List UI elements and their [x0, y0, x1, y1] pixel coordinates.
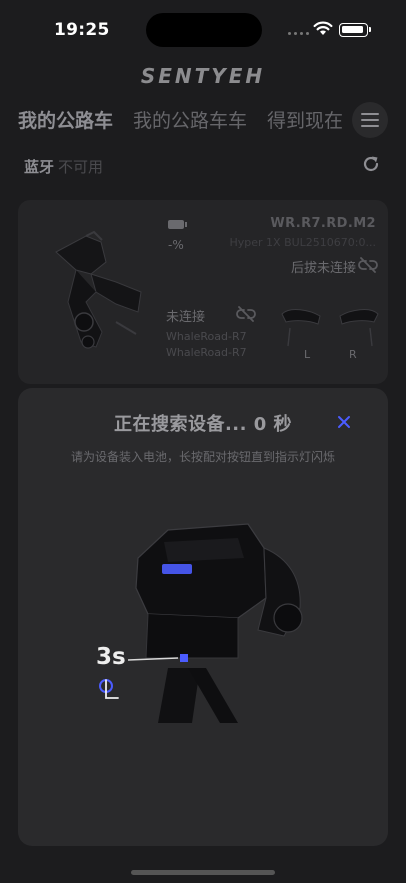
bluetooth-status: 蓝牙 不可用 [24, 156, 103, 177]
cellular-icon [288, 32, 309, 35]
battery-level-icon [168, 220, 187, 229]
right-shifter-icon [339, 309, 379, 347]
battery-icon [339, 23, 371, 37]
left-shifter-icon [281, 309, 321, 347]
close-icon[interactable] [334, 412, 354, 432]
right-shifter-label: R [349, 348, 357, 361]
hamburger-icon [361, 113, 379, 115]
refresh-icon[interactable] [361, 154, 381, 174]
brand-logo: SENTYEH [140, 64, 266, 88]
status-bar: 19:25 [0, 0, 406, 58]
left-shifter-label: L [304, 348, 311, 361]
pairing-hint: 请为设备装入电池，长按配对按钮直到指示灯闪烁 [70, 450, 335, 464]
unlink-icon [236, 306, 256, 322]
shifter-status: 未连接 [166, 310, 206, 325]
pairing-sheet: 正在搜索设备... 0 秒 请为设备装入电池，长按配对按钮直到指示灯闪烁 3s [18, 388, 388, 846]
device-serial: Hyper 1X BUL2510670:0... [229, 236, 377, 249]
wifi-icon [313, 21, 333, 35]
shifter-name-right: WhaleRoad-R7 [166, 346, 247, 359]
bluetooth-label: 蓝牙 [24, 158, 55, 176]
menu-button[interactable] [352, 102, 388, 138]
battery-percent: -% [168, 238, 184, 252]
bike-tabs: 我的公路车 我的公路车车 得到现在 [18, 106, 363, 133]
press-duration-label: 3s [96, 644, 126, 670]
tab-my-road-bike-2[interactable]: 我的公路车车 [133, 106, 247, 133]
unlink-icon [358, 257, 378, 273]
home-indicator[interactable] [131, 870, 275, 875]
rear-derailleur-status: 后拔未连接 [290, 261, 356, 276]
dynamic-island [146, 13, 262, 47]
pairing-title: 正在搜索设备... 0 秒 [113, 414, 293, 435]
derailleur-pairing-image [99, 523, 303, 723]
device-model: WR.R7.RD.M2 [270, 216, 376, 231]
rear-derailleur-image [55, 230, 142, 349]
status-time: 19:25 [54, 20, 110, 40]
app-screen: 19:25 SENTYEH 我的公路车 我的公路车车 得到现在 蓝牙 不可用 -… [0, 0, 406, 883]
shifter-name-left: WhaleRoad-R7 [166, 330, 247, 343]
bike-card[interactable]: -% WR.R7.RD.M2 Hyper 1X BUL2510670:0... … [18, 200, 388, 384]
tab-my-road-bike[interactable]: 我的公路车 [18, 106, 113, 133]
bluetooth-state: 不可用 [58, 158, 104, 176]
tab-get-now[interactable]: 得到现在 [267, 106, 343, 133]
